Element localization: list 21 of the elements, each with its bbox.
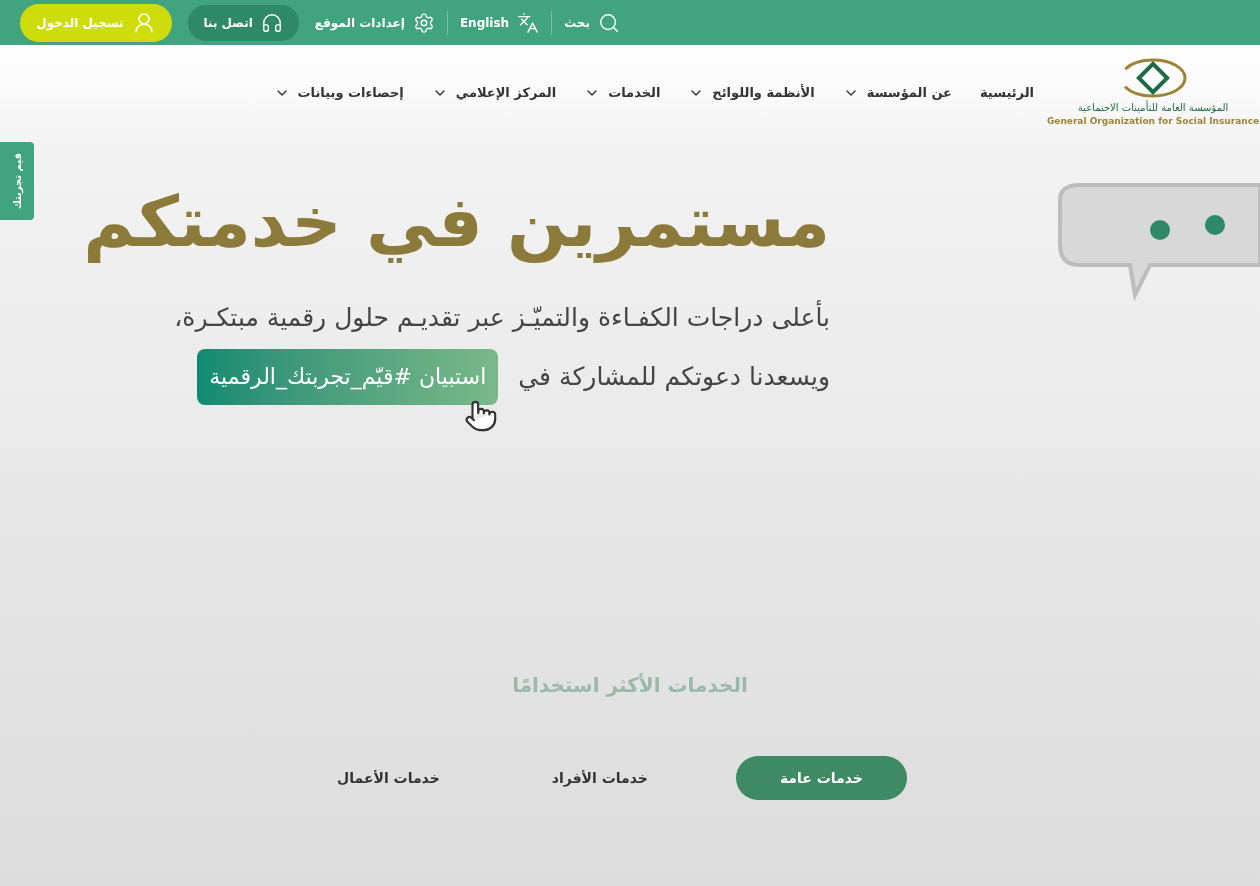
services-tab[interactable]: خدمات الأعمال: [313, 756, 464, 800]
services-tab[interactable]: خدمات عامة: [735, 756, 907, 800]
section-title: الخدمات الأكثر استخدامًا: [512, 672, 748, 699]
nav-link[interactable]: الخدمات: [584, 82, 661, 103]
services-tab[interactable]: خدمات الأفراد: [527, 756, 672, 800]
nav-link[interactable]: المركز الإعلامي: [431, 82, 557, 103]
settings-icon: [412, 11, 435, 34]
logo-arabic-text: المؤسسة العامة للتأمينات الاجتماعية: [1077, 100, 1229, 116]
nav-link[interactable]: عن المؤسسة: [842, 82, 952, 103]
logo-english-text: General Organization for Social Insurance: [1046, 115, 1260, 129]
hero-title: مستمرين في خدمتكم: [83, 180, 830, 265]
contact-button[interactable]: اتصل بنا: [187, 4, 299, 41]
translate-icon: [517, 11, 540, 34]
nav-link[interactable]: الرئيسية: [979, 82, 1034, 103]
hand-pointer-icon: [464, 398, 499, 433]
hero-text: بأعلى دراجات الكفـاءة والتميّـز عبر تقديـم حلول رقمية مبتكـرة،: [174, 299, 830, 337]
nav-link[interactable]: الأنظمة واللوائح: [688, 82, 815, 103]
hero-text: ويسعدنا دعوتكم للمشاركة في: [518, 360, 830, 394]
search-icon: [598, 11, 620, 34]
headset-icon: [260, 11, 283, 34]
nav-link[interactable]: إحصاءات وبيانات: [273, 82, 404, 103]
